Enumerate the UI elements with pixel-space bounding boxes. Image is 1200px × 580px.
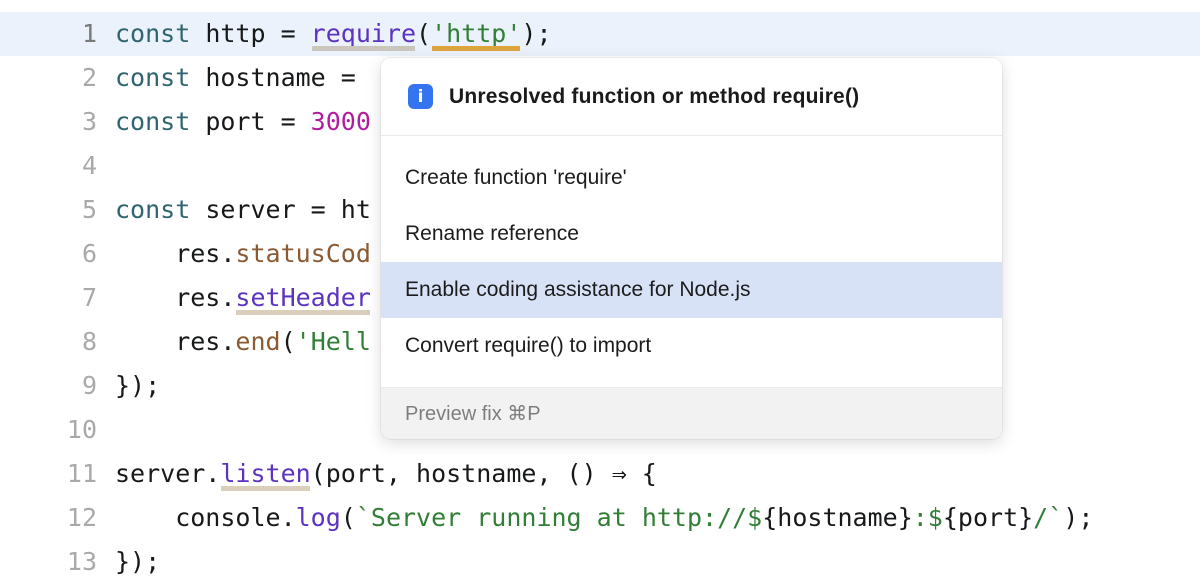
code-token: end <box>235 327 280 356</box>
line-number: 9 <box>0 364 97 408</box>
code-text: res.end('Hell <box>115 320 371 364</box>
info-icon: i <box>408 84 433 109</box>
code-text: const http = require('http'); <box>115 12 552 56</box>
code-text: res.statusCod <box>115 232 371 276</box>
line-number: 4 <box>0 144 97 188</box>
code-token: 'http' <box>431 19 521 48</box>
menu-item[interactable]: Rename reference <box>381 206 1002 262</box>
code-token: const <box>115 195 205 224</box>
code-text: const hostname = <box>115 56 356 100</box>
intention-menu: Create function 'require'Rename referenc… <box>381 136 1002 387</box>
code-text: res.setHeader <box>115 276 371 320</box>
code-token: ); <box>1063 503 1093 532</box>
line-number: 12 <box>0 496 97 540</box>
code-token: http = <box>205 19 310 48</box>
line-number: 6 <box>0 232 97 276</box>
line-number: 5 <box>0 188 97 232</box>
menu-item[interactable]: Enable coding assistance for Node.js <box>381 262 1002 318</box>
code-token: server. <box>115 459 220 488</box>
code-token: const <box>115 19 205 48</box>
code-token: }); <box>115 547 160 576</box>
code-token: log <box>296 503 341 532</box>
code-editor[interactable]: 1const http = require('http');2const hos… <box>0 0 1200 580</box>
popup-title: Unresolved function or method require() <box>449 85 859 109</box>
line-number: 11 <box>0 452 97 496</box>
line-number: 7 <box>0 276 97 320</box>
intention-popup: i Unresolved function or method require(… <box>381 58 1002 439</box>
line-number: 3 <box>0 100 97 144</box>
code-token: console. <box>115 503 296 532</box>
code-token: listen <box>220 459 310 488</box>
line-number: 13 <box>0 540 97 580</box>
line-number: 10 <box>0 408 97 452</box>
code-token: port = <box>205 107 310 136</box>
code-line[interactable]: 13}); <box>0 540 1200 580</box>
code-text: }); <box>115 364 160 408</box>
code-token: statusCod <box>235 239 370 268</box>
code-token: (port, hostname, () ⇒ { <box>311 459 657 488</box>
code-token: require <box>311 19 416 48</box>
code-line[interactable]: 11 server.listen(port, hostname, () ⇒ { <box>0 452 1200 496</box>
code-line[interactable]: 1 const http = require('http'); <box>0 12 1200 56</box>
code-token: server = ht <box>205 195 371 224</box>
code-text: server.listen(port, hostname, () ⇒ { <box>115 452 657 496</box>
code-token: hostname = <box>205 63 356 92</box>
code-token: 'Hell <box>296 327 371 356</box>
code-token: ( <box>281 327 296 356</box>
popup-footer[interactable]: Preview fix ⌘P <box>381 387 1002 439</box>
code-line[interactable]: 12 console.log(`Server running at http:/… <box>0 496 1200 540</box>
code-text: const server = ht <box>115 188 371 232</box>
code-token: res. <box>115 283 235 312</box>
code-text: const port = 3000 <box>115 100 371 144</box>
code-token: 3000 <box>311 107 371 136</box>
code-token: `Server running at http://$ <box>356 503 762 532</box>
code-token: ); <box>521 19 551 48</box>
menu-item[interactable]: Create function 'require' <box>381 150 1002 206</box>
code-token: :$ <box>913 503 943 532</box>
code-token: setHeader <box>235 283 370 312</box>
code-token: {port} <box>943 503 1033 532</box>
code-token: {hostname} <box>762 503 913 532</box>
code-token: /` <box>1033 503 1063 532</box>
code-token: res. <box>115 239 235 268</box>
code-text: }); <box>115 540 160 580</box>
code-token: const <box>115 107 205 136</box>
menu-item[interactable]: Convert require() to import <box>381 318 1002 374</box>
code-token: ( <box>416 19 431 48</box>
code-text: console.log(`Server running at http://${… <box>115 496 1093 540</box>
popup-header: i Unresolved function or method require(… <box>381 58 1002 136</box>
code-token: }); <box>115 371 160 400</box>
line-number: 8 <box>0 320 97 364</box>
code-token: ( <box>341 503 356 532</box>
code-token: res. <box>115 327 235 356</box>
line-number: 2 <box>0 56 97 100</box>
code-token: const <box>115 63 205 92</box>
line-number: 1 <box>0 12 97 56</box>
